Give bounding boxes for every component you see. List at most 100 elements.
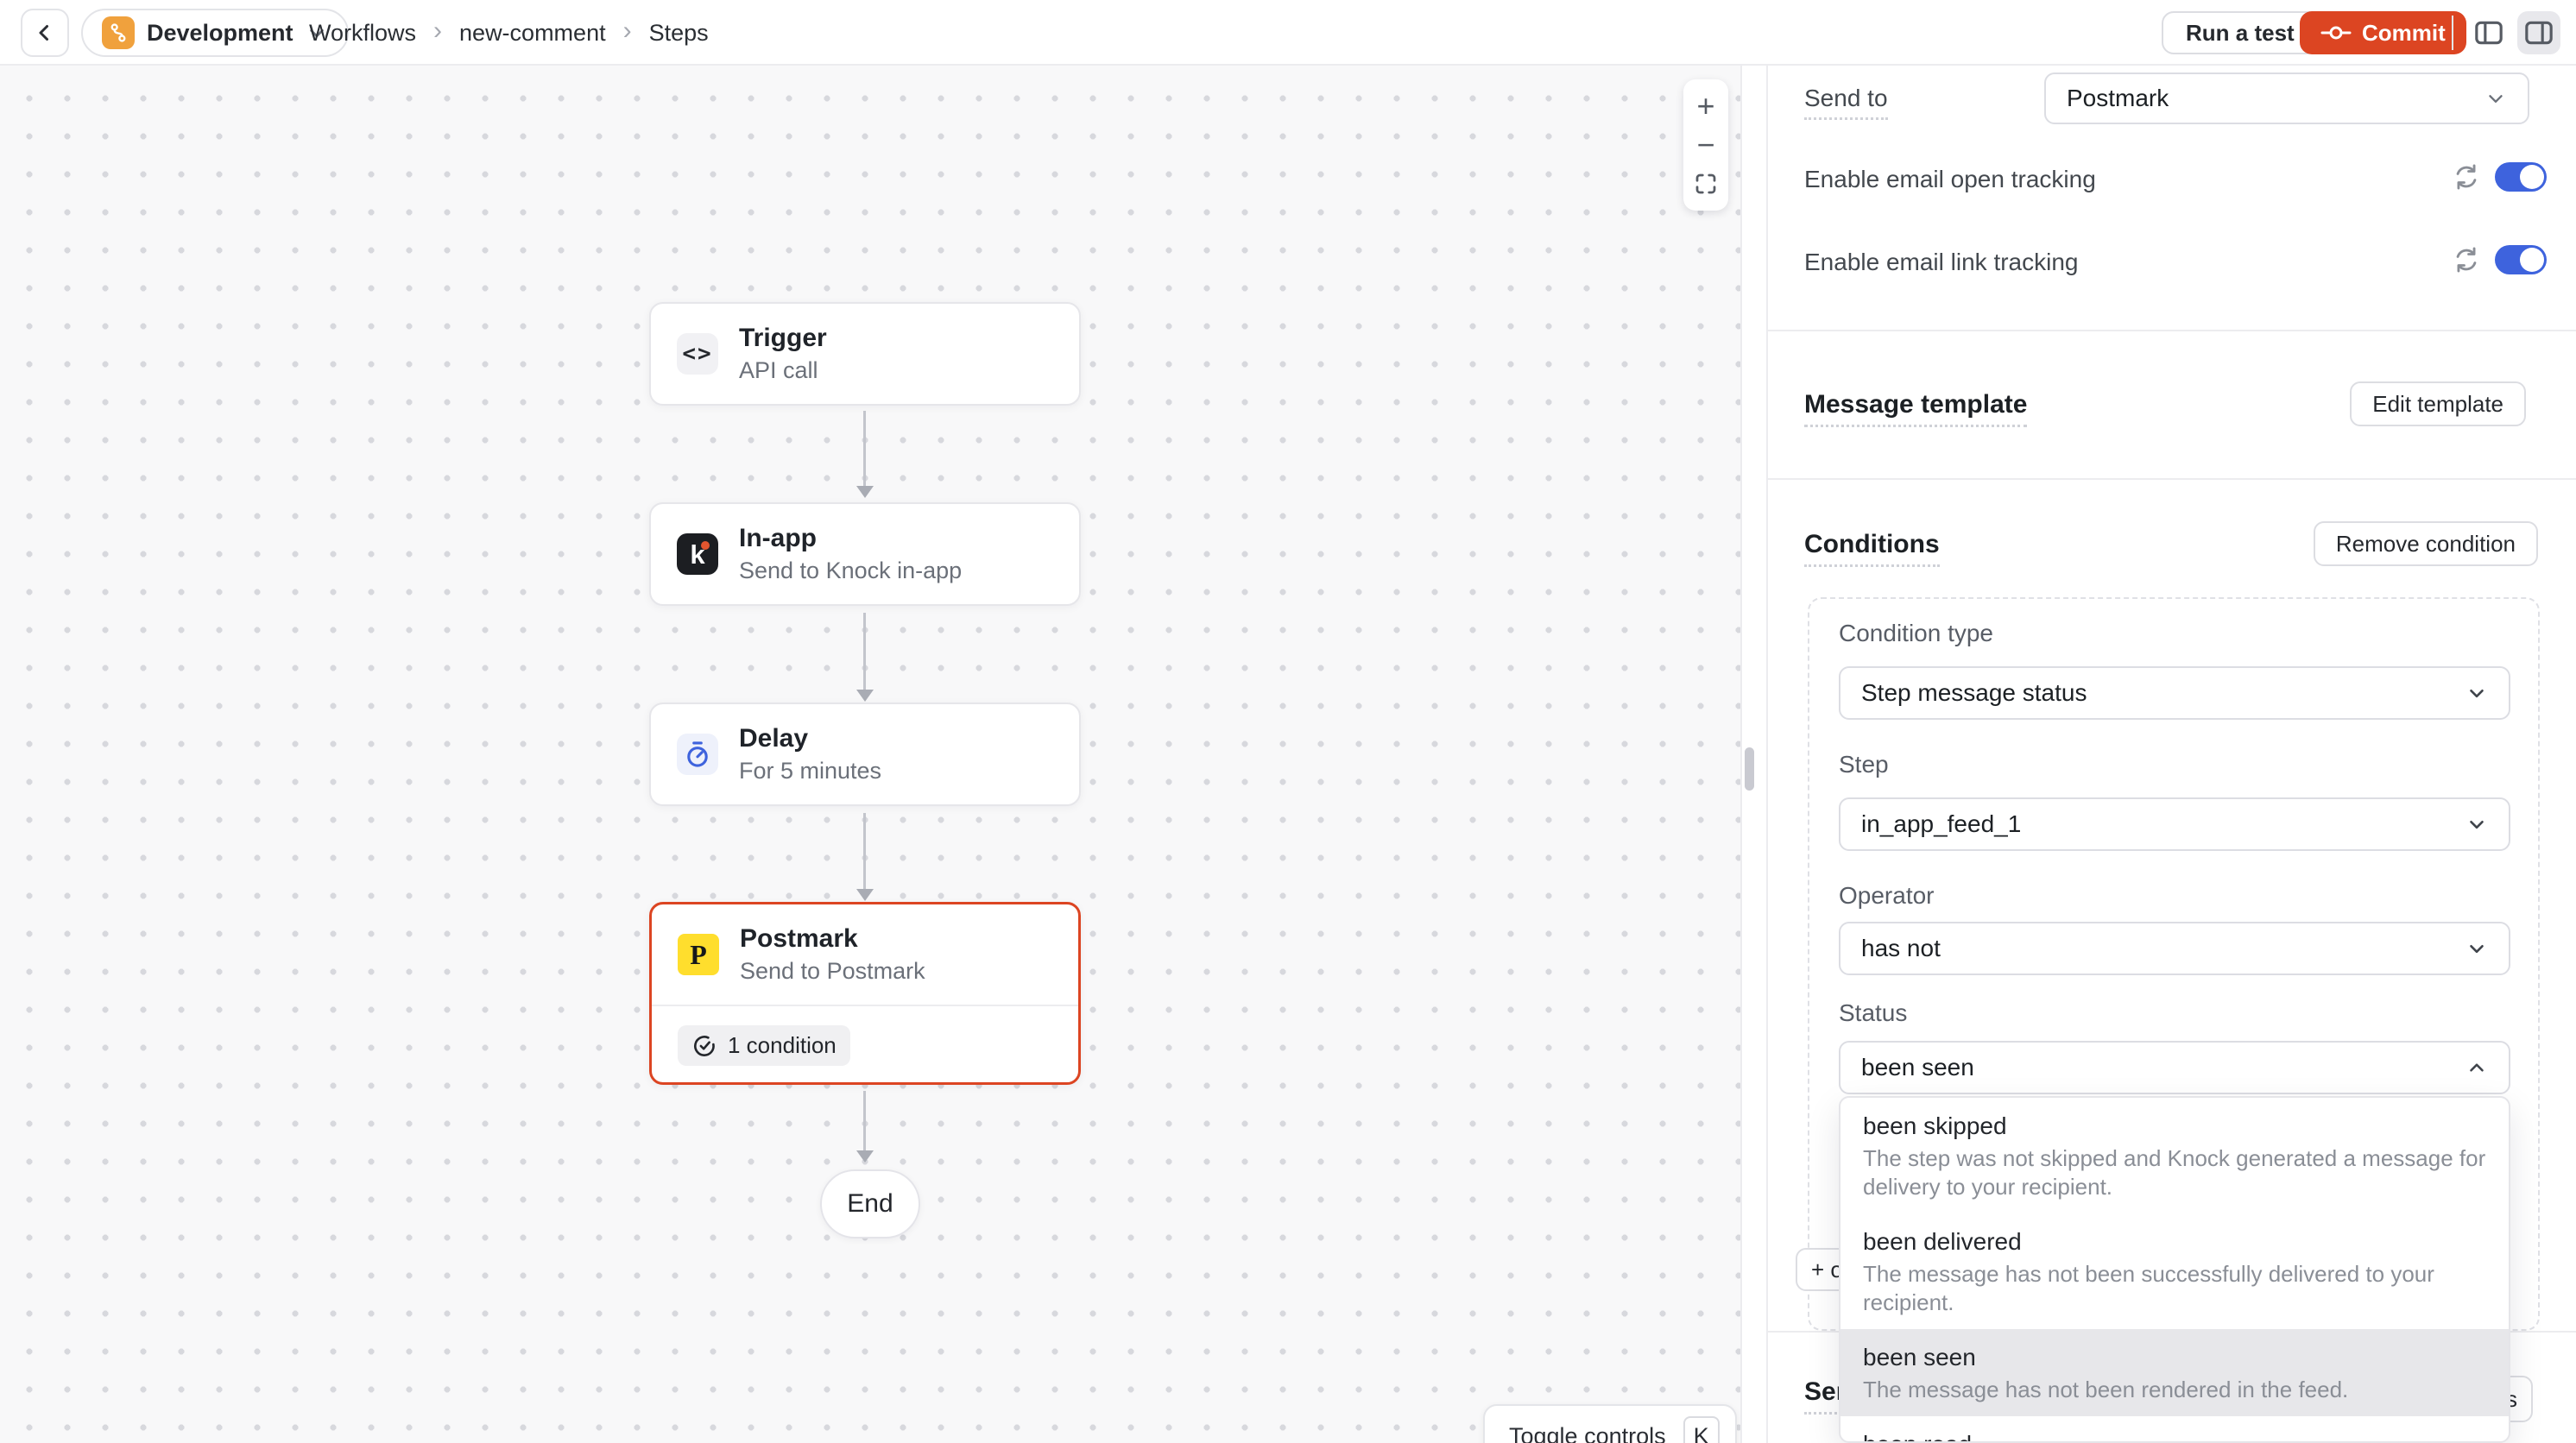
node-trigger[interactable]: <> Trigger API call [649, 302, 1081, 406]
canvas-zoom-controls: + − [1683, 79, 1728, 211]
edit-template-button[interactable]: Edit template [2350, 381, 2526, 426]
run-a-test-button[interactable]: Run a test [2162, 11, 2319, 54]
status-option-been-skipped[interactable]: been skipped The step was not skipped an… [1840, 1098, 2509, 1213]
node-title: In-app [739, 524, 962, 553]
node-delay[interactable]: Delay For 5 minutes [649, 703, 1081, 806]
toggle-knob [2520, 165, 2544, 189]
breadcrumb-separator-icon: › [623, 16, 632, 46]
option-label: been seen [1863, 1341, 2486, 1374]
toggle-right-panel-button[interactable] [2517, 11, 2560, 54]
open-tracking-toggle[interactable] [2495, 162, 2547, 192]
open-tracking-label: Enable email open tracking [1804, 166, 2096, 193]
step-select[interactable]: in_app_feed_1 [1839, 797, 2510, 851]
edge-connector [863, 1091, 866, 1151]
fit-view-icon [1693, 171, 1719, 197]
send-to-label: Send to [1804, 85, 1888, 120]
operator-value: has not [1861, 935, 1941, 962]
chevron-down-icon [2466, 813, 2488, 835]
node-subtitle: Send to Knock in-app [739, 558, 962, 584]
code-icon: <> [677, 333, 718, 375]
node-title: Postmark [740, 924, 925, 954]
breadcrumb-workflows[interactable]: Workflows [309, 20, 416, 47]
toggle-controls-label: Toggle controls [1509, 1423, 1666, 1443]
zoom-out-button[interactable]: − [1687, 127, 1725, 163]
arrowhead-icon [856, 1150, 874, 1163]
status-option-been-seen[interactable]: been seen The message has not been rende… [1840, 1329, 2509, 1416]
section-divider [1768, 478, 2576, 480]
chevron-left-icon [32, 20, 58, 46]
knock-dot [701, 541, 710, 550]
link-tracking-toggle[interactable] [2495, 245, 2547, 274]
node-title: Trigger [739, 324, 827, 353]
conditions-heading: Conditions [1804, 530, 1940, 567]
panel-left-icon [2472, 16, 2506, 50]
node-subtitle: Send to Postmark [740, 958, 925, 985]
condition-type-label: Condition type [1839, 620, 1993, 647]
sync-icon[interactable] [2452, 162, 2481, 192]
step-settings-panel: Send to Postmark Enable email open track… [1766, 66, 2576, 1443]
status-option-been-delivered[interactable]: been delivered The message has not been … [1840, 1213, 2509, 1329]
toggle-controls-hint[interactable]: Toggle controls K [1483, 1404, 1737, 1443]
status-value: been seen [1861, 1054, 1974, 1081]
node-title: Delay [739, 724, 881, 753]
commit-icon [2320, 22, 2352, 43]
status-label: Status [1839, 999, 1907, 1027]
option-label: been skipped [1863, 1110, 2486, 1143]
postmark-icon: P [678, 934, 719, 975]
workflow-icon [102, 16, 135, 49]
operator-label: Operator [1839, 882, 1935, 910]
breadcrumb: Workflows › new-comment › Steps [309, 0, 709, 66]
knock-icon: k [677, 533, 718, 575]
chevron-down-icon [2466, 937, 2488, 960]
option-description: The step was not skipped and Knock gener… [1863, 1144, 2486, 1201]
commit-button[interactable]: Commit [2300, 11, 2466, 54]
step-label: Step [1839, 751, 1889, 778]
top-bar: Development Workflows › new-comment › St… [0, 0, 2576, 66]
environment-label: Development [147, 20, 294, 47]
node-end[interactable]: End [820, 1169, 920, 1238]
condition-badge-label: 1 condition [728, 1032, 837, 1059]
back-button[interactable] [21, 9, 69, 57]
edge-connector [863, 411, 866, 487]
option-label: been read [1863, 1428, 2486, 1443]
send-to-value: Postmark [2067, 85, 2169, 112]
chevron-down-icon [2484, 87, 2507, 110]
panel-resize-handle[interactable] [1745, 747, 1754, 791]
toggle-knob [2520, 248, 2544, 272]
remove-condition-button[interactable]: Remove condition [2314, 521, 2538, 566]
send-to-select[interactable]: Postmark [2044, 72, 2529, 124]
node-in-app[interactable]: k In-app Send to Knock in-app [649, 502, 1081, 606]
arrowhead-icon [856, 486, 874, 498]
breadcrumb-steps[interactable]: Steps [649, 20, 709, 47]
node-postmark[interactable]: P Postmark Send to Postmark 1 condition [649, 902, 1081, 1085]
check-circle-icon [691, 1033, 717, 1059]
node-subtitle: For 5 minutes [739, 758, 881, 785]
edge-connector [863, 613, 866, 690]
breadcrumb-workflow-name[interactable]: new-comment [459, 20, 606, 47]
panel-right-icon [2522, 16, 2556, 50]
node-subtitle: API call [739, 357, 827, 384]
chevron-down-icon [2466, 682, 2488, 704]
fit-view-button[interactable] [1687, 166, 1725, 202]
link-tracking-label: Enable email link tracking [1804, 249, 2079, 276]
timer-icon [677, 734, 718, 775]
zoom-in-button[interactable]: + [1687, 88, 1725, 124]
message-template-heading: Message template [1804, 390, 2027, 427]
toggle-left-panel-button[interactable] [2467, 11, 2510, 54]
condition-type-value: Step message status [1861, 679, 2087, 707]
step-value: in_app_feed_1 [1861, 810, 2021, 838]
workflow-canvas[interactable]: + − <> Trigger API call k In-app Send to… [0, 66, 1742, 1443]
option-description: The message has not been rendered in the… [1863, 1376, 2486, 1404]
operator-select[interactable]: has not [1839, 922, 2510, 975]
arrowhead-icon [856, 889, 874, 901]
status-option-been-read[interactable]: been read [1840, 1416, 2509, 1443]
breadcrumb-separator-icon: › [433, 16, 442, 46]
condition-type-select[interactable]: Step message status [1839, 666, 2510, 720]
sync-icon[interactable] [2452, 245, 2481, 274]
status-dropdown-menu: been skipped The step was not skipped an… [1839, 1096, 2510, 1443]
topbar-divider [2452, 16, 2453, 50]
section-divider [1768, 330, 2576, 331]
node-divider [652, 1005, 1078, 1006]
condition-count-badge: 1 condition [678, 1025, 850, 1066]
status-combobox[interactable]: been seen [1839, 1041, 2510, 1094]
